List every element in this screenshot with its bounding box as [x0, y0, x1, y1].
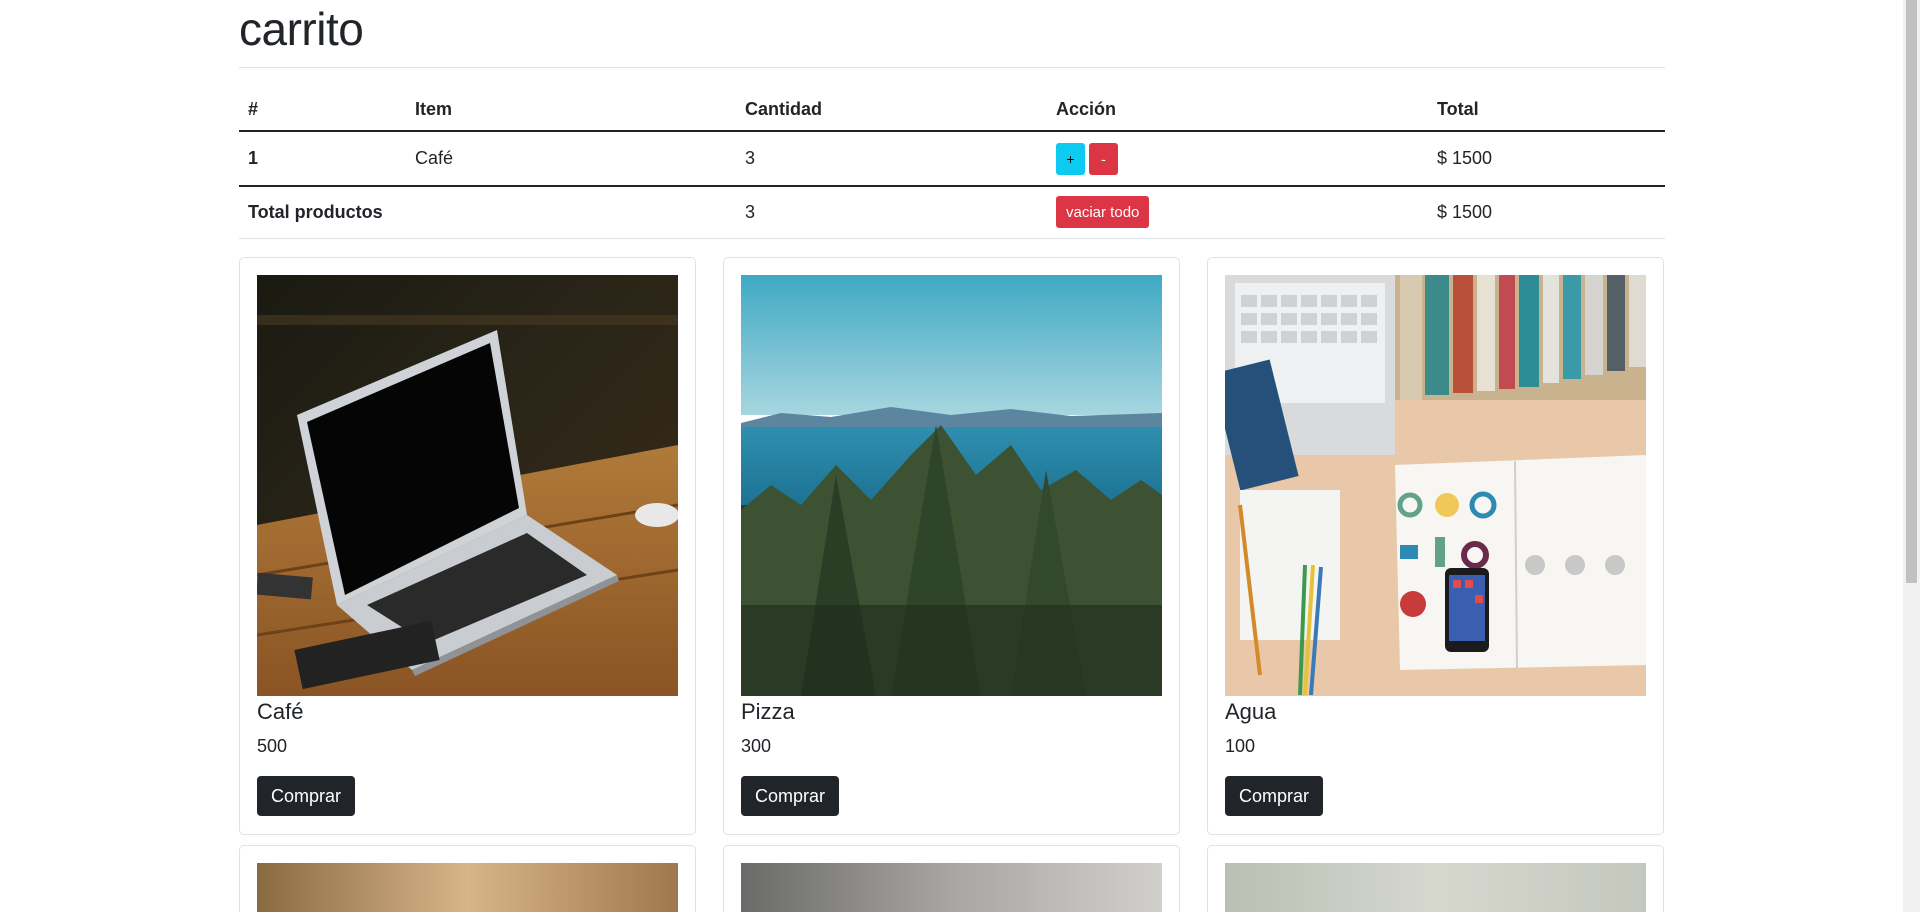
- product-image-partial: [1225, 863, 1646, 912]
- product-card: [1207, 845, 1664, 912]
- row-total: $ 1500: [1437, 148, 1493, 168]
- scrollbar-thumb[interactable]: [1906, 0, 1917, 583]
- product-image-partial: [257, 863, 678, 912]
- col-header-action: Acción: [1047, 88, 1428, 132]
- product-card: Café 500 Comprar: [239, 257, 696, 835]
- product-card: [723, 845, 1180, 912]
- row-item: Café: [415, 148, 454, 168]
- product-name: Agua: [1225, 699, 1277, 724]
- product-card: Agua 100 Comprar: [1207, 257, 1664, 835]
- product-name: Café: [257, 699, 304, 724]
- col-header-item: Item: [406, 88, 736, 132]
- decrease-button[interactable]: -: [1089, 142, 1118, 175]
- footer-quantity: 3: [745, 201, 756, 222]
- footer-label: Total productos: [248, 201, 383, 222]
- cart-footer-row: Total productos 3 vaciar todo $ 1500: [239, 186, 1665, 238]
- row-quantity: 3: [745, 148, 756, 168]
- product-card: Pizza 300 Comprar: [723, 257, 1180, 835]
- product-price: 300: [741, 736, 772, 756]
- footer-actions: vaciar todo: [1047, 186, 1428, 238]
- vertical-scrollbar[interactable]: [1903, 0, 1920, 912]
- increase-button[interactable]: +: [1056, 142, 1085, 175]
- product-price: 500: [257, 736, 288, 756]
- footer-total: $ 1500: [1437, 201, 1493, 222]
- title-divider: [239, 67, 1665, 68]
- cart-header-row: # Item Cantidad Acción Total: [239, 88, 1665, 132]
- row-actions: + -: [1047, 131, 1428, 186]
- buy-button[interactable]: Comprar: [741, 776, 840, 816]
- col-header-total: Total: [1428, 88, 1665, 132]
- product-image-laptop: [257, 275, 678, 696]
- table-row: 1 Café 3 + - $ 1500: [239, 131, 1665, 186]
- product-name: Pizza: [741, 699, 795, 724]
- buy-button[interactable]: Comprar: [1225, 776, 1324, 816]
- empty-cart-button[interactable]: vaciar todo: [1056, 196, 1150, 229]
- product-image-partial: [741, 863, 1162, 912]
- col-header-index: #: [239, 88, 406, 132]
- product-price: 100: [1225, 736, 1256, 756]
- product-image-desk: [1225, 275, 1646, 696]
- col-header-quantity: Cantidad: [736, 88, 1047, 132]
- buy-button[interactable]: Comprar: [257, 776, 356, 816]
- row-index: 1: [248, 148, 259, 168]
- cart-table: # Item Cantidad Acción Total 1 Café 3 + -…: [239, 88, 1665, 239]
- page-title: carrito: [239, 3, 364, 55]
- product-image-forest: [741, 275, 1162, 696]
- product-card: [239, 845, 696, 912]
